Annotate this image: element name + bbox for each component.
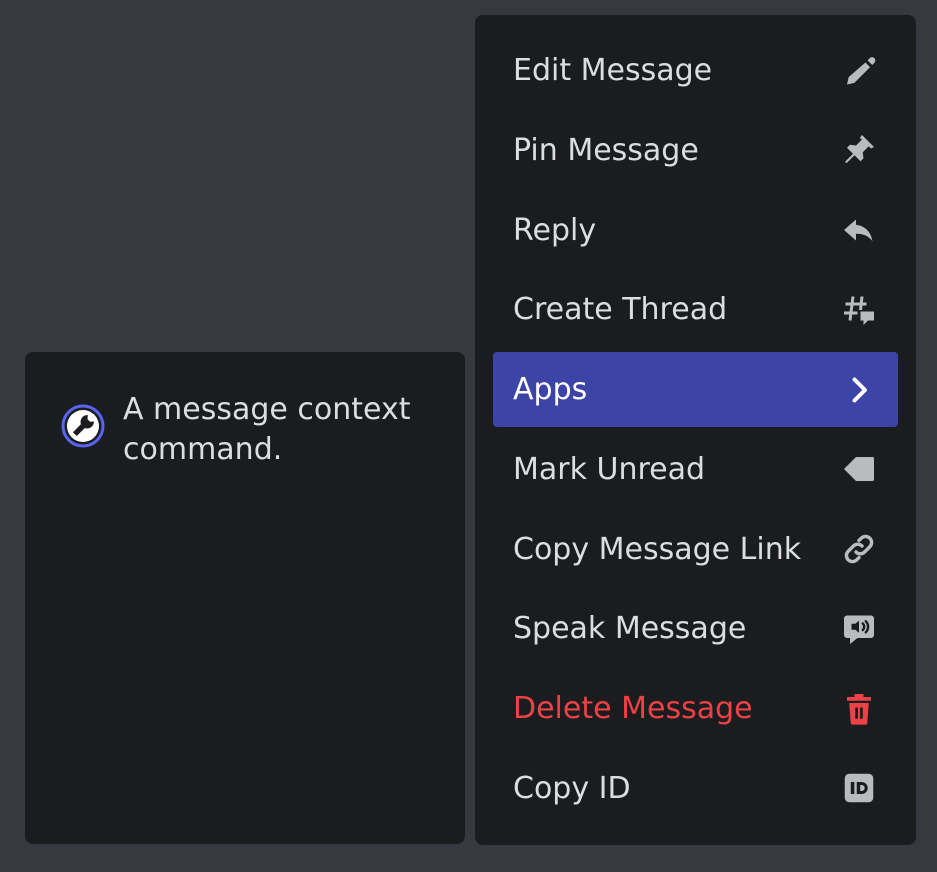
apps-submenu: A message context command. (25, 352, 465, 844)
menu-item-label: Delete Message (513, 691, 753, 726)
menu-item-speak-message[interactable]: Speak Message (493, 591, 898, 666)
menu-item-reply[interactable]: Reply (493, 193, 898, 268)
chevron-right-icon (840, 371, 878, 409)
menu-item-label: Speak Message (513, 611, 747, 647)
pencil-icon (840, 52, 878, 90)
app-command-item[interactable]: A message context command. (61, 390, 429, 470)
menu-item-create-thread[interactable]: Create Thread (493, 272, 898, 347)
thread-icon (840, 291, 878, 329)
menu-item-label: Pin Message (513, 132, 699, 168)
menu-item-delete-message[interactable]: Delete Message (493, 671, 898, 746)
menu-item-copy-message-link[interactable]: Copy Message Link (493, 512, 898, 587)
menu-item-label: Copy ID (513, 770, 631, 806)
message-context-menu: Edit Message Pin Message Reply Create Th… (475, 15, 916, 845)
menu-item-label: Edit Message (513, 53, 713, 88)
menu-item-copy-id[interactable]: Copy ID (493, 751, 898, 826)
app-command-label: A message context command. (123, 392, 411, 467)
menu-item-label: Mark Unread (513, 451, 706, 487)
menu-item-mark-unread[interactable]: Mark Unread (493, 432, 898, 507)
link-icon (840, 530, 878, 568)
reply-icon (840, 211, 878, 249)
menu-item-pin-message[interactable]: Pin Message (493, 113, 898, 188)
app-avatar-icon (61, 404, 105, 448)
mark-unread-icon (840, 450, 878, 488)
menu-item-apps[interactable]: Apps (493, 352, 898, 427)
app-canvas: Edit Message Pin Message Reply Create Th… (0, 0, 937, 872)
pin-icon (840, 131, 878, 169)
menu-item-label: Apps (513, 372, 588, 407)
menu-item-label: Reply (513, 212, 597, 248)
menu-item-label: Create Thread (513, 292, 728, 328)
menu-item-edit-message[interactable]: Edit Message (493, 33, 898, 108)
menu-item-label: Copy Message Link (513, 531, 802, 567)
trash-icon (840, 690, 878, 728)
speak-icon (840, 610, 878, 648)
id-icon (840, 769, 878, 807)
